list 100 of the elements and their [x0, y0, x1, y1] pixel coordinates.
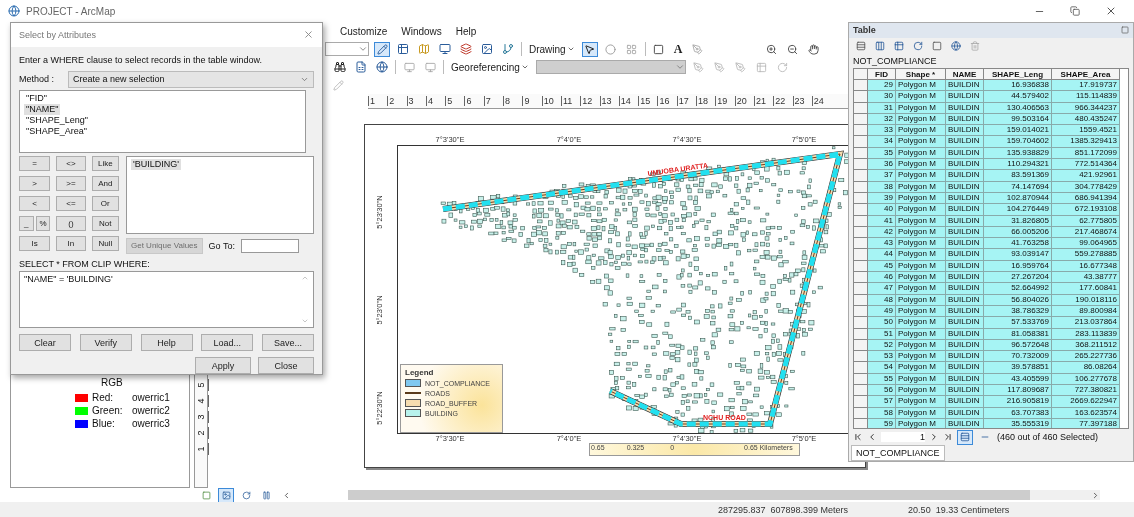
spreadsheet-icon[interactable] [353, 59, 369, 75]
globe-icon[interactable] [374, 59, 390, 75]
method-select[interactable]: Create a new selection [68, 70, 314, 88]
operator-button[interactable]: >= [56, 175, 86, 191]
previous-record-icon[interactable] [867, 432, 877, 443]
row-selector[interactable] [854, 396, 868, 408]
dialog-button[interactable]: Load... [201, 334, 254, 351]
row-selector[interactable] [854, 181, 868, 193]
table-tab[interactable]: NOT_COMPLIANCE [851, 445, 945, 461]
column-header[interactable]: NAME [946, 68, 984, 80]
caret-icon [358, 44, 368, 54]
expression-box[interactable]: "NAME" = 'BUILDING' [19, 270, 314, 328]
pencil-icon[interactable] [374, 41, 390, 57]
row-selector[interactable] [854, 249, 868, 261]
layers-icon[interactable] [458, 41, 474, 57]
operator-button[interactable]: % [35, 215, 51, 231]
menu-item[interactable]: Help [455, 25, 477, 37]
column-header[interactable]: FID [868, 68, 896, 80]
ruler-number: 3 [193, 411, 209, 423]
row-selector[interactable] [854, 80, 868, 92]
dialog-button[interactable]: Close [258, 357, 314, 374]
layout-view-icon[interactable] [218, 487, 234, 503]
row-selector[interactable] [854, 351, 868, 363]
scroll-down-icon[interactable] [301, 317, 309, 325]
monitor-icon[interactable] [437, 41, 453, 57]
operator-button[interactable]: Not [91, 215, 119, 231]
row-selector[interactable] [854, 328, 868, 340]
row-selector[interactable] [854, 362, 868, 374]
field-item[interactable]: "NAME" [24, 103, 61, 115]
zoom-to-selected-icon[interactable] [948, 38, 964, 54]
map-icon[interactable] [416, 41, 432, 57]
operator-button[interactable]: <= [56, 195, 86, 211]
row-selector[interactable] [854, 136, 868, 148]
operator-button[interactable]: And [91, 175, 119, 191]
pointer-icon[interactable] [581, 41, 598, 57]
dialog-button[interactable]: Apply [195, 357, 251, 374]
column-header[interactable]: SHAPE_Area [1052, 68, 1120, 80]
dialog-button[interactable]: Clear [19, 334, 71, 351]
value-item[interactable]: 'BUILDING' [131, 158, 181, 170]
operator-button[interactable]: <> [56, 155, 86, 171]
column-header[interactable]: SHAPE_Leng [984, 68, 1052, 80]
dialog-button[interactable]: Verify [79, 334, 132, 351]
row-selector[interactable] [854, 125, 868, 137]
table-cell: 30 [868, 91, 896, 103]
table-cell: 83.591369 [984, 170, 1052, 182]
row-selector[interactable] [854, 407, 868, 419]
georeferencing-menu[interactable]: Georeferencing [449, 61, 531, 73]
next-record-icon[interactable] [929, 432, 939, 443]
restore-icon[interactable] [1121, 26, 1129, 35]
close-icon[interactable] [303, 29, 314, 41]
row-selector[interactable] [854, 170, 868, 182]
operator-button[interactable]: = [19, 155, 51, 171]
menu-item[interactable]: Windows [401, 25, 442, 37]
text-tool-button[interactable]: A [671, 41, 685, 57]
operator-button[interactable]: Null [91, 235, 119, 251]
row-selector[interactable] [854, 159, 868, 171]
first-record-icon[interactable] [853, 432, 863, 443]
row-selector[interactable] [854, 215, 868, 227]
table-cell: 57 [868, 396, 896, 408]
operator-button[interactable]: < [19, 195, 51, 211]
operator-button[interactable]: > [19, 175, 51, 191]
binoculars-icon[interactable] [332, 59, 348, 75]
table-cell: 62.775805 [1052, 215, 1120, 227]
table-cell: BUILDIN [946, 249, 984, 261]
row-selector[interactable] [854, 272, 868, 284]
field-item[interactable]: "FID" [24, 92, 49, 104]
show-all-icon[interactable] [957, 429, 973, 445]
image-icon[interactable] [479, 41, 495, 57]
row-selector[interactable] [854, 102, 868, 114]
field-item[interactable]: "SHAPE_Leng" [24, 114, 90, 126]
row-selector[interactable] [854, 385, 868, 397]
operator-button[interactable]: _ [19, 215, 34, 231]
graph-icon[interactable] [500, 41, 516, 57]
row-selector[interactable] [854, 238, 868, 250]
row-selector[interactable] [854, 283, 868, 295]
ruler-number: 1 [193, 443, 209, 455]
menu-item[interactable]: Customize [340, 25, 388, 37]
table-cell: 39.578851 [984, 362, 1052, 374]
operator-button[interactable]: Like [91, 155, 119, 171]
dialog-button[interactable]: Help [140, 334, 193, 351]
horizontal-scrollbar[interactable] [348, 490, 1100, 500]
row-selector[interactable] [854, 317, 868, 329]
operator-button[interactable]: Is [19, 235, 51, 251]
hand-icon[interactable] [805, 41, 822, 57]
dialog-button[interactable]: Save... [262, 334, 314, 351]
operator-button[interactable]: In [56, 235, 86, 251]
row-selector[interactable] [854, 91, 868, 103]
column-header[interactable]: Shape * [896, 68, 946, 80]
operator-button[interactable]: Or [91, 195, 119, 211]
row-selector[interactable] [854, 294, 868, 306]
record-number-field[interactable]: 1 [881, 432, 925, 443]
row-selector[interactable] [854, 204, 868, 216]
operator-button[interactable]: () [56, 215, 86, 231]
table-icon[interactable] [395, 41, 411, 57]
row-selector[interactable] [854, 418, 868, 429]
field-item[interactable]: "SHAPE_Area" [24, 125, 89, 137]
last-record-icon[interactable] [943, 432, 953, 443]
drawing-menu[interactable]: Drawing [527, 43, 577, 55]
goto-field[interactable] [240, 238, 299, 253]
scroll-right-icon[interactable] [1091, 490, 1100, 500]
